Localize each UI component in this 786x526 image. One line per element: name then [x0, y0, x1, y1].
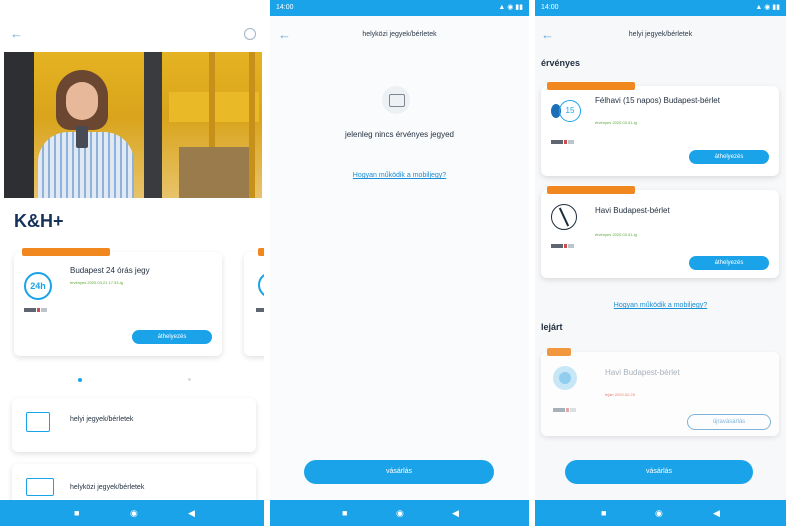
system-nav-bar: ■ ◉ ◀: [0, 500, 264, 526]
rebuy-button[interactable]: újravásárlás: [687, 414, 771, 430]
buy-button[interactable]: vásárlás: [565, 460, 753, 484]
home-icon[interactable]: ◉: [396, 500, 404, 526]
intercity-tickets-icon: [26, 478, 54, 496]
no-ticket-icon: [382, 86, 410, 114]
ticket-card[interactable]: 24h Budapest 24 órás jegy érvényes 2020.…: [14, 248, 222, 356]
ticket-card[interactable]: 15 Félhavi (15 napos) Budapest-bérlet ér…: [541, 82, 779, 176]
expired-section-heading: lejárt: [541, 322, 563, 332]
ticket-24h-icon: 24h: [24, 272, 52, 300]
back-nav-icon[interactable]: ◀: [713, 500, 720, 526]
ticket-title: Havi Budapest-bérlet: [605, 368, 680, 377]
ticket-card[interactable]: Havi Budapest-bérlet érvényes 2020.03.31…: [541, 186, 779, 278]
ticket-title: Budapest 24 órás jegy: [70, 266, 150, 275]
status-time: 14:00: [541, 4, 559, 11]
home-screen: ← K&H+ 24h Budapest 24 órás jegy érvénye…: [0, 0, 264, 526]
help-link[interactable]: Hogyan működik a mobiljegy?: [535, 302, 786, 309]
menu-item-title: helyközi jegyek/bérletek: [70, 484, 145, 491]
recent-apps-icon[interactable]: ■: [342, 500, 347, 526]
help-link[interactable]: Hogyan működik a mobiljegy?: [270, 172, 529, 179]
ticket-line-icon: [551, 204, 577, 230]
ticket-validity: érvényes 2020.03.31-ig: [595, 120, 637, 125]
ticket-graphic: [24, 308, 48, 312]
menu-item-title: helyi jegyek/bérletek: [70, 416, 134, 423]
status-badge: [547, 186, 635, 194]
status-bar: 14:00 ▲ ◉ ▮▮: [270, 0, 529, 16]
ticket-graphic: [551, 244, 575, 248]
home-icon[interactable]: ◉: [655, 500, 663, 526]
menu-item-intercity-tickets[interactable]: helyközi jegyek/bérletek: [12, 464, 256, 504]
ticket-title: Havi Budapest-bérlet: [595, 206, 670, 215]
system-nav-bar: ■ ◉ ◀: [535, 500, 786, 526]
ticket-validity: érvényes 2020.03.21 17:33-ig: [70, 280, 123, 285]
transfer-button[interactable]: áthelyezés: [689, 256, 769, 270]
carousel-dot-active[interactable]: [78, 378, 82, 382]
back-nav-icon[interactable]: ◀: [452, 500, 459, 526]
ticket-expiry: lejárt 2020.02.29: [605, 392, 635, 397]
local-tickets-screen: 14:00 ▲ ◉ ▮▮ ← helyi jegyek/bérletek érv…: [535, 0, 786, 526]
status-bar: 14:00 ▲ ◉ ▮▮: [535, 0, 786, 16]
ticket-title: Félhavi (15 napos) Budapest-bérlet: [595, 96, 720, 105]
ticket-graphic: [551, 140, 575, 144]
back-nav-icon[interactable]: ◀: [188, 500, 195, 526]
gear-icon[interactable]: [244, 28, 256, 40]
menu-item-local-tickets[interactable]: helyi jegyek/bérletek: [12, 398, 256, 452]
expired-badge: [547, 348, 571, 356]
ticket-validity: érvényes 2020.03.31-ig: [595, 232, 637, 237]
valid-section-heading: érvényes: [541, 58, 581, 68]
status-badge: [22, 248, 110, 256]
intercity-tickets-screen: 14:00 ▲ ◉ ▮▮ ← helyközi jegyek/bérletek …: [270, 0, 529, 526]
buy-button[interactable]: vásárlás: [304, 460, 494, 484]
local-tickets-icon: [26, 412, 50, 432]
home-icon[interactable]: ◉: [130, 500, 138, 526]
status-badge: [547, 82, 635, 90]
status-icons: ▲ ◉ ▮▮: [498, 4, 523, 11]
ticket-icon: [258, 272, 264, 298]
brand-title: K&H+: [14, 211, 64, 231]
next-ticket-card[interactable]: [244, 248, 264, 356]
back-arrow-icon[interactable]: ←: [10, 26, 23, 41]
ticket-15-icon: 15: [551, 100, 581, 122]
ticket-icon: [553, 366, 577, 390]
status-time: 14:00: [276, 4, 294, 11]
empty-message: jelenleg nincs érvényes jegyed: [345, 130, 454, 139]
ticket-graphic: [553, 408, 577, 412]
expired-ticket-card[interactable]: Havi Budapest-bérlet lejárt 2020.02.29 ú…: [541, 348, 779, 436]
status-icons: ▲ ◉ ▮▮: [755, 4, 780, 11]
recent-apps-icon[interactable]: ■: [601, 500, 606, 526]
transfer-button[interactable]: áthelyezés: [689, 150, 769, 164]
recent-apps-icon[interactable]: ■: [74, 500, 79, 526]
transfer-button[interactable]: áthelyezés: [132, 330, 212, 344]
page-title: helyközi jegyek/bérletek: [362, 31, 437, 38]
system-nav-bar: ■ ◉ ◀: [270, 500, 529, 526]
hero-image: [4, 52, 262, 198]
carousel-dot[interactable]: [188, 378, 191, 381]
page-title: helyi jegyek/bérletek: [628, 31, 693, 38]
